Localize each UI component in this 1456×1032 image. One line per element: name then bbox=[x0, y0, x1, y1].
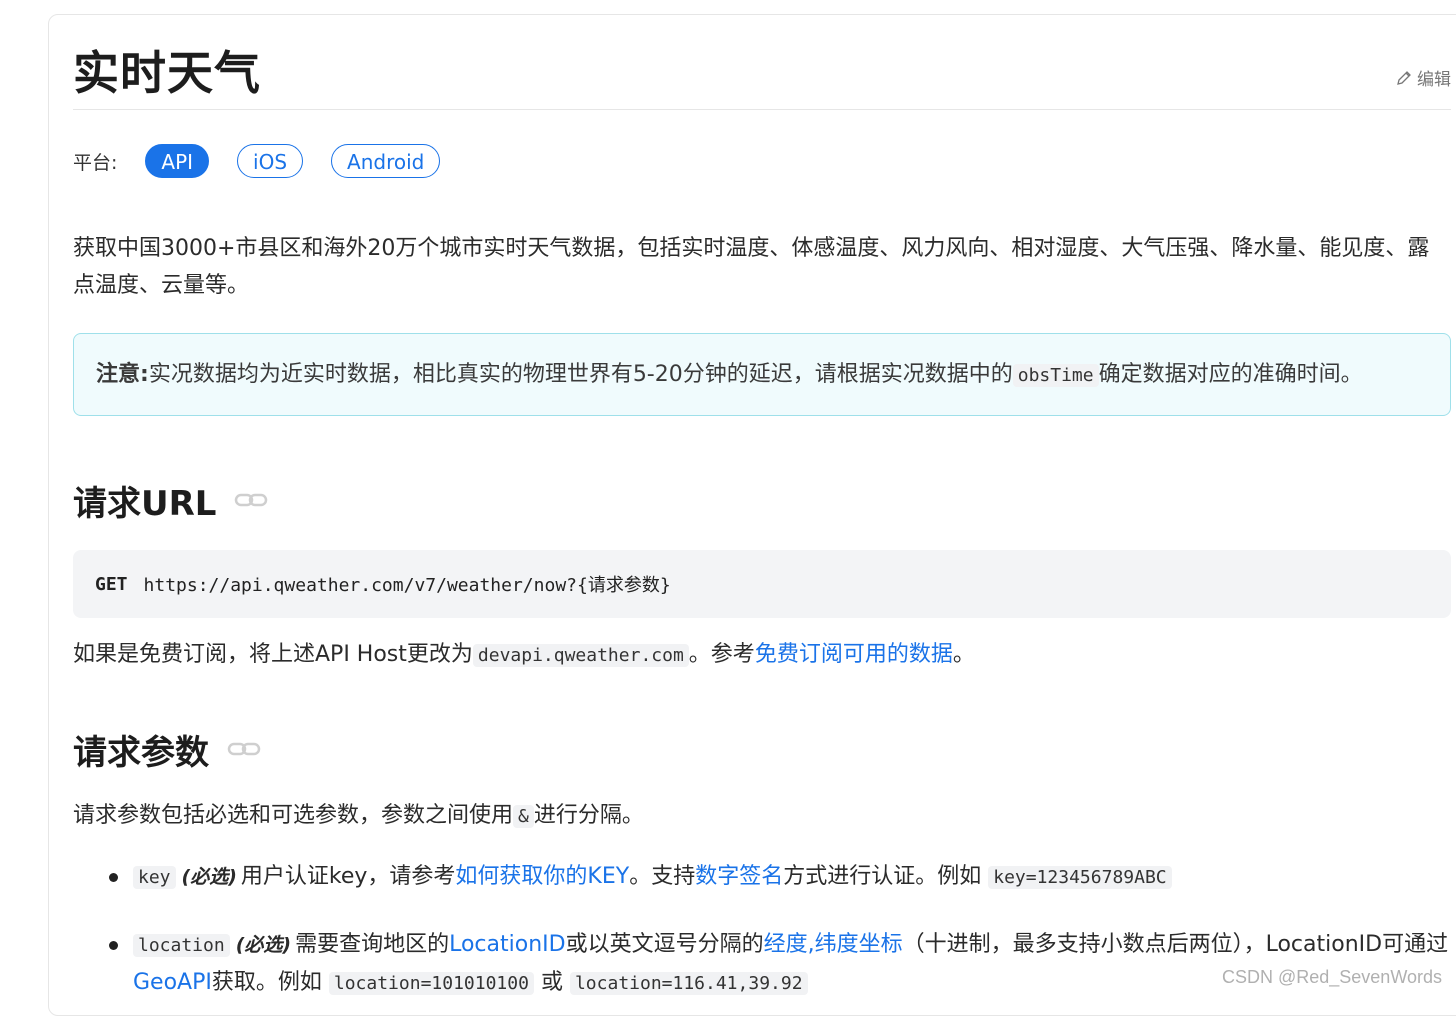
or-text: 或 bbox=[540, 970, 563, 995]
free-subscription-note: 如果是免费订阅，将上述API Host更改为 devapi.qweather.co… bbox=[73, 638, 1451, 673]
edit-link[interactable]: 编辑 bbox=[1395, 65, 1451, 90]
params-separator-code: & bbox=[513, 805, 534, 828]
coordinates-link[interactable]: 经度,纬度坐标 bbox=[764, 932, 903, 957]
param-example-code: location=116.41,39.92 bbox=[569, 972, 808, 995]
edit-label: 编辑 bbox=[1417, 70, 1451, 90]
signature-link[interactable]: 数字签名 bbox=[695, 864, 783, 889]
param-name-code: key bbox=[133, 866, 176, 889]
bullet bbox=[109, 941, 118, 950]
watermark: CSDN @Red_SevenWords bbox=[1221, 967, 1442, 987]
section-heading-request-url: 请求URL bbox=[73, 474, 1451, 526]
param-example-code: key=123456789ABC bbox=[988, 866, 1172, 889]
param-text: 用户认证key，请参考 bbox=[240, 864, 456, 889]
note-label: 注意: bbox=[96, 362, 149, 387]
section-heading-params: 请求参数 bbox=[73, 723, 1451, 775]
params-intro-before: 请求参数包括必选和可选参数，参数之间使用 bbox=[73, 803, 514, 828]
page-title: 实时天气 bbox=[73, 46, 261, 100]
get-key-link[interactable]: 如何获取你的KEY bbox=[455, 864, 629, 889]
pencil-icon bbox=[1397, 70, 1411, 85]
list-item-location: location (必选) 需要查询地区的LocationID或以英文逗号分隔的经度… bbox=[73, 926, 1451, 1002]
required-label: (必选) bbox=[181, 866, 237, 888]
params-intro-after: 进行分隔。 bbox=[533, 803, 644, 828]
http-method: GET bbox=[95, 573, 128, 595]
free-host-code: devapi.qweather.com bbox=[472, 644, 689, 667]
platform-selector: 平台: API iOS Android bbox=[73, 126, 1451, 196]
platform-label: 平台: bbox=[73, 151, 118, 174]
free-text-before: 如果是免费订阅，将上述API Host更改为 bbox=[73, 642, 473, 667]
params-intro: 请求参数包括必选和可选参数，参数之间使用 & 进行分隔。 bbox=[73, 799, 1451, 834]
platform-option-api[interactable]: API bbox=[145, 144, 210, 178]
bullet bbox=[109, 873, 118, 882]
doc-card: 实时天气 编辑 平台: API iOS Android 获取中国3000+市县区… bbox=[48, 14, 1456, 1016]
param-text: 获取。例如 bbox=[211, 970, 322, 995]
free-text-after: 。 bbox=[952, 642, 975, 667]
doc-content: 实时天气 编辑 平台: API iOS Android 获取中国3000+市县区… bbox=[73, 15, 1451, 1032]
param-example-code: location=101010100 bbox=[328, 972, 534, 995]
link-anchor-icon[interactable] bbox=[234, 490, 268, 510]
request-url-codeblock: GET https://api.qweather.com/v7/weather/… bbox=[73, 550, 1451, 618]
param-text: （十进制，最多支持小数点后两位），LocationID可通过 bbox=[902, 932, 1449, 957]
free-text-mid: 。参考 bbox=[688, 642, 755, 667]
param-text: 需要查询地区的 bbox=[295, 932, 450, 957]
geoapi-link[interactable]: GeoAPI bbox=[133, 970, 212, 995]
param-text: 方式进行认证。例如 bbox=[783, 864, 982, 889]
required-label: (必选) bbox=[235, 934, 292, 956]
platform-option-android[interactable]: Android bbox=[331, 144, 441, 178]
request-url-text: https://api.qweather.com/v7/weather/now?… bbox=[143, 575, 671, 596]
request-url-heading: 请求URL bbox=[73, 483, 217, 524]
link-anchor-icon[interactable] bbox=[227, 739, 261, 759]
param-text: 或以英文逗号分隔的 bbox=[565, 932, 764, 957]
intro-paragraph: 获取中国3000+市县区和海外20万个城市实时天气数据，包括实时温度、体感温度、… bbox=[73, 236, 1430, 298]
free-data-link[interactable]: 免费订阅可用的数据 bbox=[755, 642, 953, 667]
note-box: 注意:实况数据均为近实时数据，相比真实的物理世界有5-20分钟的延迟，请根据实况… bbox=[73, 333, 1451, 416]
list-item-key: key (必选) 用户认证key，请参考如何获取你的KEY。支持数字签名方式进行认证… bbox=[73, 858, 1451, 896]
platform-option-ios[interactable]: iOS bbox=[237, 144, 304, 178]
locationid-link[interactable]: LocationID bbox=[449, 932, 565, 957]
note-text-before: 实况数据均为近实时数据，相比真实的物理世界有5-20分钟的延迟，请根据实况数据中… bbox=[148, 362, 1013, 387]
params-heading: 请求参数 bbox=[73, 732, 209, 773]
param-name-code: location bbox=[133, 934, 230, 957]
param-text: 。支持 bbox=[629, 864, 696, 889]
note-text-after: 确定数据对应的准确时间。 bbox=[1098, 362, 1363, 387]
note-code: obsTime bbox=[1012, 364, 1099, 387]
title-row: 实时天气 编辑 bbox=[73, 15, 1451, 110]
